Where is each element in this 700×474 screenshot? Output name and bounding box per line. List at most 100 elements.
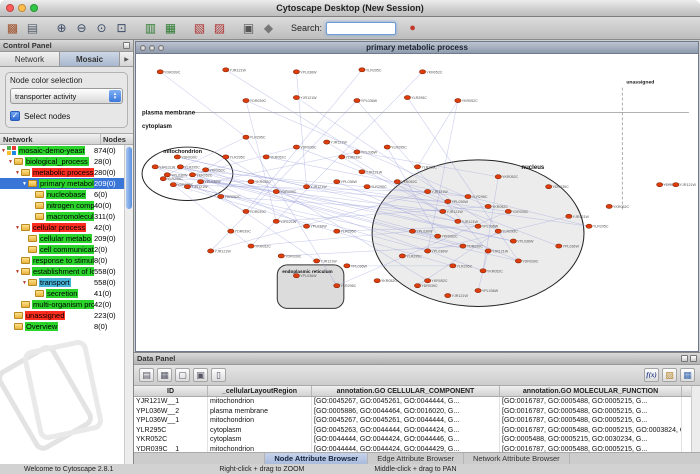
node[interactable]: [394, 180, 400, 184]
tab-network[interactable]: Network: [0, 52, 60, 66]
close-data-panel-icon[interactable]: [690, 355, 697, 362]
edge[interactable]: [296, 72, 306, 187]
zoom-selected-icon[interactable]: ⊙: [93, 20, 110, 37]
node[interactable]: [208, 249, 214, 253]
node[interactable]: [359, 170, 365, 174]
tree-item[interactable]: ▼biological_process28(0): [0, 156, 124, 167]
copy-attribute-icon[interactable]: ▢: [175, 368, 190, 382]
save-session-icon[interactable]: ▤: [24, 20, 41, 37]
node[interactable]: [424, 249, 430, 253]
node[interactable]: [606, 204, 612, 208]
node[interactable]: [334, 180, 340, 184]
tree-item[interactable]: cellular metabo209(0): [0, 233, 124, 244]
node[interactable]: [480, 269, 486, 273]
node[interactable]: [273, 219, 279, 223]
tree-item[interactable]: ▼mosaic-demo-yeast874(0): [0, 145, 124, 156]
node[interactable]: [243, 135, 249, 139]
node[interactable]: [170, 183, 176, 187]
tab-mosaic[interactable]: Mosaic: [60, 52, 120, 66]
node[interactable]: [455, 219, 461, 223]
node[interactable]: [334, 229, 340, 233]
select-attributes-icon[interactable]: ▤: [139, 368, 154, 382]
tab-network-attribute-browser[interactable]: Network Attribute Browser: [464, 453, 570, 464]
node[interactable]: [475, 224, 481, 228]
node[interactable]: [505, 209, 511, 213]
table-row[interactable]: YJR121W__1mitochondrion[GO:0045267, GO:0…: [134, 397, 691, 407]
node[interactable]: [374, 279, 380, 283]
node[interactable]: [364, 185, 370, 189]
node[interactable]: [657, 183, 663, 187]
column-header[interactable]: _cellularLayoutRegion: [208, 386, 312, 396]
node[interactable]: [450, 264, 456, 268]
edge[interactable]: [160, 72, 246, 137]
create-attribute-icon[interactable]: ▦: [157, 368, 172, 382]
column-header[interactable]: annotation.GO CELLULAR_COMPONENT: [312, 386, 500, 396]
node[interactable]: [223, 155, 229, 159]
float-data-panel-icon[interactable]: [681, 355, 688, 362]
hide-selected-icon[interactable]: ▥: [142, 20, 159, 37]
tree-item[interactable]: macromolecule311(0): [0, 211, 124, 222]
node[interactable]: [510, 239, 516, 243]
node[interactable]: [465, 194, 471, 198]
column-header-nodes[interactable]: Nodes: [101, 134, 133, 144]
node[interactable]: [160, 177, 166, 181]
tree-scrollbar-thumb[interactable]: [126, 147, 132, 209]
frame-minimize-icon[interactable]: [149, 45, 155, 51]
tab-scroll-right-icon[interactable]: ▶: [120, 52, 133, 66]
node[interactable]: [189, 173, 195, 177]
disclosure-triangle-icon[interactable]: ▼: [14, 170, 21, 176]
tree-item[interactable]: multi-organism pro42(0): [0, 299, 124, 310]
node[interactable]: [515, 259, 521, 263]
node[interactable]: [440, 209, 446, 213]
open-session-icon[interactable]: ▩: [4, 20, 21, 37]
node[interactable]: [218, 194, 224, 198]
node[interactable]: [339, 155, 345, 159]
node[interactable]: [184, 185, 190, 189]
node[interactable]: [293, 95, 299, 99]
node[interactable]: [293, 274, 299, 278]
select-first-neighbors-icon[interactable]: ▧: [191, 20, 208, 37]
node[interactable]: [303, 224, 309, 228]
node[interactable]: [248, 244, 254, 248]
node[interactable]: [673, 183, 679, 187]
table-scrollbar[interactable]: [691, 386, 700, 452]
node[interactable]: [243, 98, 249, 102]
node[interactable]: [399, 254, 405, 258]
disclosure-triangle-icon[interactable]: ▼: [14, 225, 21, 231]
node[interactable]: [445, 293, 451, 297]
tree-item[interactable]: ▼transport558(0): [0, 277, 124, 288]
table-row[interactable]: YKR052Ccytoplasm[GO:0044444, GO:0044424,…: [134, 435, 691, 445]
help-icon[interactable]: ●: [406, 22, 419, 35]
node[interactable]: [414, 165, 420, 169]
node-color-dropdown[interactable]: transporter activity ▴▾: [10, 88, 123, 104]
node[interactable]: [485, 249, 491, 253]
close-window-icon[interactable]: [6, 4, 14, 12]
node[interactable]: [324, 140, 330, 144]
node[interactable]: [243, 209, 249, 213]
node[interactable]: [435, 234, 441, 238]
node[interactable]: [174, 155, 180, 159]
node[interactable]: [164, 173, 170, 177]
node[interactable]: [495, 229, 501, 233]
node[interactable]: [177, 165, 183, 169]
network-canvas[interactable]: YJR121WYPL036WYLR295CYKR052CYDR039CYJR12…: [135, 54, 699, 352]
node[interactable]: [303, 185, 309, 189]
disclosure-triangle-icon[interactable]: ▼: [21, 280, 28, 286]
edge[interactable]: [173, 185, 427, 192]
node[interactable]: [445, 199, 451, 203]
formula-builder-icon[interactable]: f(x): [644, 368, 659, 382]
node[interactable]: [384, 145, 390, 149]
disclosure-triangle-icon[interactable]: ▼: [21, 181, 28, 187]
node[interactable]: [495, 175, 501, 179]
tab-node-attribute-browser[interactable]: Node Attribute Browser: [264, 453, 368, 464]
table-row[interactable]: YPL036W__2plasma membrane[GO:0005886, GO…: [134, 407, 691, 417]
node[interactable]: [344, 264, 350, 268]
node[interactable]: [414, 284, 420, 288]
vizmapper-icon[interactable]: ◆: [260, 20, 277, 37]
node[interactable]: [152, 165, 158, 169]
node[interactable]: [409, 229, 415, 233]
zoom-out-icon[interactable]: ⊖: [73, 20, 90, 37]
node[interactable]: [455, 98, 461, 102]
node[interactable]: [293, 70, 299, 74]
network-canvas-svg[interactable]: YJR121WYPL036WYLR295CYKR052CYDR039CYJR12…: [136, 54, 698, 351]
